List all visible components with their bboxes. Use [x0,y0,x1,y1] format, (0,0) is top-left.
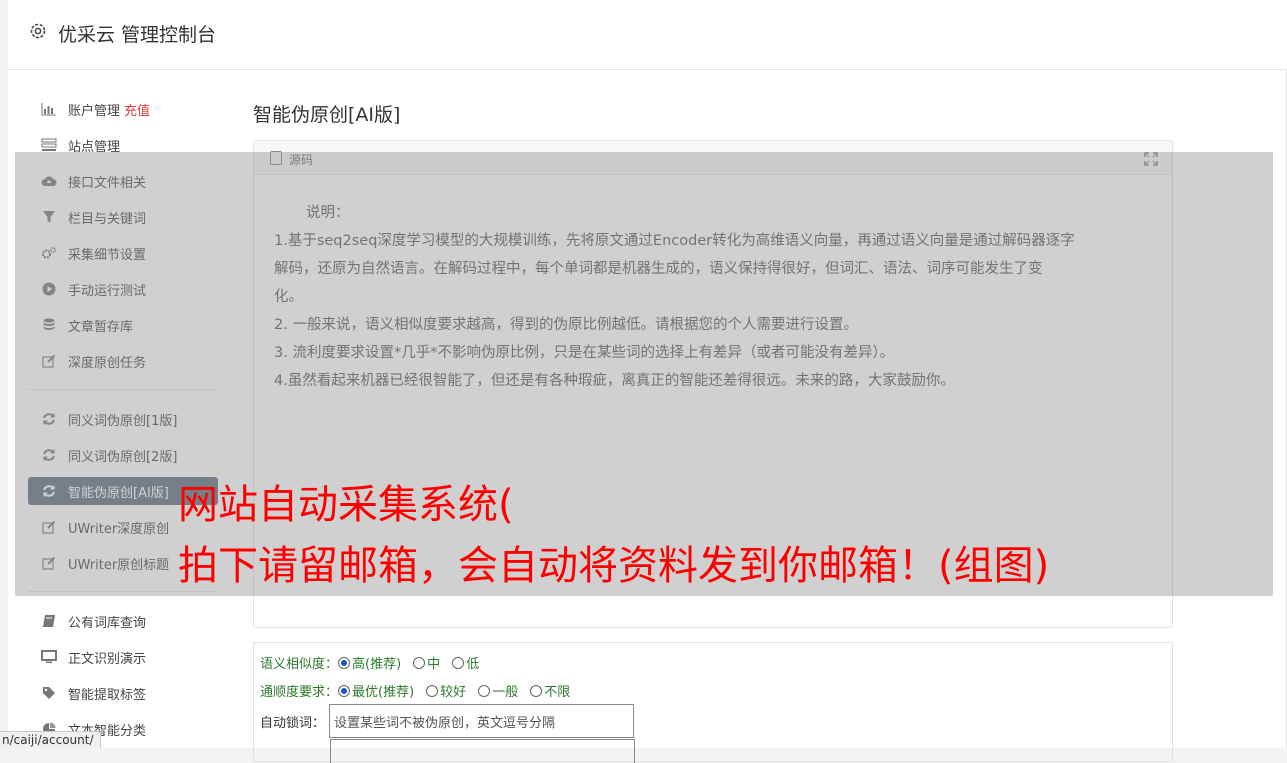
sidebar-item-label: 账户管理 [68,103,121,119]
recharge-link[interactable]: 充值 [124,100,150,119]
fluency-best-radio[interactable]: 最优(推荐) [338,681,414,700]
main-content: 智能伪原创[AI版] 源码 说明： 1.基于seq2seq深度学习模型的大规模训… [253,100,1173,763]
secondary-input[interactable] [330,739,635,763]
overlay-caption-line2: 拍下请留邮箱，会自动将资料发到你邮箱！(组图) [178,543,1050,589]
sidebar-item-label: 智能提取标签 [68,687,147,703]
settings-panel: 语义相似度： 高(推荐) 中 低 通顺度要求： 最优(推荐) 较好 一般 不限 … [253,642,1173,763]
fluency-any-radio[interactable]: 不限 [530,681,570,700]
fluency-normal-radio[interactable]: 一般 [478,681,518,700]
top-bar: 优采云 管理控制台 [8,0,1287,70]
sidebar-item-label: 正文识别演示 [68,651,147,667]
fluency-good-radio[interactable]: 较好 [426,681,466,700]
sidebar-item-label: 公有词库查询 [68,615,147,631]
sidebar-item-account[interactable]: 账户管理 充值 [28,91,218,127]
similarity-row: 语义相似度： 高(推荐) 中 低 [260,653,491,672]
lock-row: 自动锁词： 设置某些词不被伪原创，英文逗号分隔 [260,704,635,738]
similarity-label: 语义相似度： [260,657,339,672]
page-title: 智能伪原创[AI版] [253,104,401,126]
bar-chart-icon [40,100,58,118]
sidebar-item-extract-tags[interactable]: 智能提取标签 [28,675,218,711]
similarity-high-radio[interactable]: 高(推荐) [338,653,401,672]
fluency-label: 通顺度要求： [260,685,339,700]
monitor-icon [40,648,58,666]
sidebar-item-public-dict[interactable]: 公有词库查询 [28,603,218,639]
tag-icon [40,684,58,702]
lock-words-input[interactable]: 设置某些词不被伪原创，英文逗号分隔 [329,704,635,738]
status-bar-url: n/caiji/account/ [0,731,101,748]
similarity-mid-radio[interactable]: 中 [413,653,440,672]
lock-label: 自动锁词： [260,715,326,731]
overlay-caption-line1: 网站自动采集系统( [178,482,514,528]
book-icon [40,612,58,630]
sidebar-item-body-detect[interactable]: 正文识别演示 [28,639,218,675]
fluency-row: 通顺度要求： 最优(推荐) 较好 一般 不限 [260,681,582,700]
app-title: 优采云 管理控制台 [58,24,217,46]
gear-icon [30,23,46,39]
similarity-low-radio[interactable]: 低 [452,653,479,672]
